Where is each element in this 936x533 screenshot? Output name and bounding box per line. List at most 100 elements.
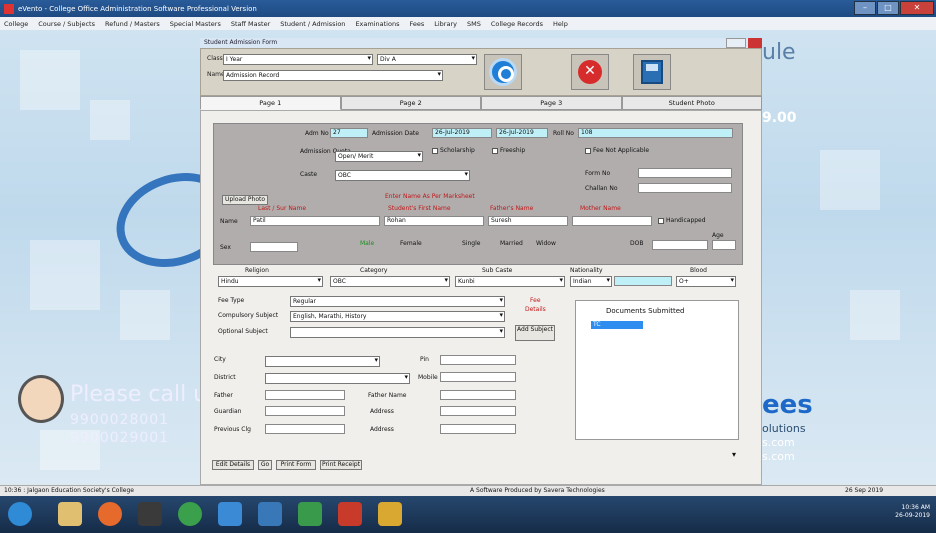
compulsory-select[interactable]: English, Marathi, History bbox=[290, 311, 505, 322]
sex-field[interactable] bbox=[250, 242, 298, 252]
print-receipt-button[interactable]: Print Receipt bbox=[320, 460, 362, 470]
blood-select[interactable]: O+ bbox=[676, 276, 736, 287]
menu-item[interactable]: Fees bbox=[409, 20, 424, 28]
add-subject-button[interactable]: Add Subject bbox=[515, 325, 555, 341]
folder-icon[interactable] bbox=[58, 502, 82, 526]
city-select[interactable] bbox=[265, 356, 380, 367]
menu-item[interactable]: SMS bbox=[467, 20, 481, 28]
save-button[interactable] bbox=[633, 54, 671, 90]
subcaste-label: Sub Caste bbox=[482, 267, 513, 274]
class-select[interactable]: I Year bbox=[223, 54, 373, 65]
category-label: Category bbox=[360, 267, 388, 274]
feena-checkbox[interactable] bbox=[585, 148, 591, 154]
pdf-icon[interactable] bbox=[338, 502, 362, 526]
religion-select[interactable]: Hindu bbox=[218, 276, 323, 287]
formno-field[interactable] bbox=[638, 168, 732, 178]
city-label: City bbox=[214, 356, 226, 363]
go-button[interactable]: Go bbox=[258, 460, 272, 470]
menu-item[interactable]: College bbox=[4, 20, 28, 28]
search-button[interactable] bbox=[484, 54, 522, 90]
evento-icon[interactable] bbox=[378, 502, 402, 526]
menu-item[interactable]: Staff Master bbox=[231, 20, 270, 28]
surname-field[interactable]: Patil bbox=[250, 216, 380, 226]
radio-widow[interactable]: Widow bbox=[536, 240, 556, 247]
district-label: District bbox=[214, 374, 236, 381]
fathername-field[interactable] bbox=[440, 390, 516, 400]
address-field[interactable] bbox=[440, 406, 516, 416]
optional-select[interactable] bbox=[290, 327, 505, 338]
admno-field[interactable]: 27 bbox=[330, 128, 368, 138]
upload-photo-button[interactable]: Upload Photo bbox=[222, 195, 268, 205]
edit-details-button[interactable]: Edit Details bbox=[212, 460, 254, 470]
app-icon-2[interactable] bbox=[258, 502, 282, 526]
menu-item[interactable]: Examinations bbox=[355, 20, 399, 28]
form-close-button[interactable] bbox=[748, 38, 762, 48]
firstname-field[interactable]: Rohan bbox=[384, 216, 484, 226]
phone-1: 9900028001 bbox=[70, 412, 170, 428]
nationality-select[interactable]: Indian bbox=[570, 276, 612, 287]
mobile-field[interactable] bbox=[440, 372, 516, 382]
menu-item[interactable]: Library bbox=[434, 20, 457, 28]
documents-list[interactable]: Documents Submitted TC bbox=[575, 300, 739, 440]
category-select[interactable]: OBC bbox=[330, 276, 450, 287]
clock[interactable]: 10:36 AM 26-09-2019 bbox=[895, 504, 930, 520]
excel-icon[interactable] bbox=[298, 502, 322, 526]
form-minimize-button[interactable] bbox=[726, 38, 746, 48]
menu-item[interactable]: Refund / Masters bbox=[105, 20, 160, 28]
menu-item[interactable]: College Records bbox=[491, 20, 543, 28]
panel-scroll-caret[interactable]: ▾ bbox=[732, 450, 736, 459]
tab-page2[interactable]: Page 2 bbox=[340, 96, 481, 110]
feetype-select[interactable]: Regular bbox=[290, 296, 505, 307]
previous-clg-field[interactable] bbox=[265, 424, 345, 434]
scholarship-checkbox[interactable] bbox=[432, 148, 438, 154]
firefox-icon[interactable] bbox=[98, 502, 122, 526]
father-field[interactable] bbox=[265, 390, 345, 400]
address2-field[interactable] bbox=[440, 424, 516, 434]
tab-page1[interactable]: Page 1 bbox=[200, 96, 341, 110]
student-select[interactable]: Admission Record bbox=[223, 70, 443, 81]
handicapped-checkbox[interactable] bbox=[658, 218, 664, 224]
division-select[interactable]: Div A bbox=[377, 54, 477, 65]
pin-field[interactable] bbox=[440, 355, 516, 365]
tab-page3[interactable]: Page 3 bbox=[481, 96, 622, 110]
menu-item[interactable]: Special Masters bbox=[170, 20, 221, 28]
rollno-field[interactable]: 108 bbox=[578, 128, 733, 138]
menu-item[interactable]: Course / Subjects bbox=[38, 20, 95, 28]
minimize-button[interactable]: – bbox=[854, 1, 876, 15]
challan-field[interactable] bbox=[638, 183, 732, 193]
middlename-field[interactable]: Suresh bbox=[488, 216, 568, 226]
radio-female[interactable]: Female bbox=[400, 240, 422, 247]
tab-photo[interactable]: Student Photo bbox=[621, 96, 762, 110]
firstname-header: Student's First Name bbox=[388, 205, 451, 212]
document-item[interactable]: TC bbox=[591, 321, 643, 329]
menu-item[interactable]: Student / Admission bbox=[280, 20, 345, 28]
age-field[interactable] bbox=[712, 240, 736, 250]
menu-item[interactable]: Help bbox=[553, 20, 568, 28]
district-select[interactable] bbox=[265, 373, 410, 384]
dob-field[interactable] bbox=[652, 240, 708, 250]
search-icon bbox=[489, 58, 517, 86]
formno-label: Form No bbox=[585, 170, 611, 177]
radio-married[interactable]: Married bbox=[500, 240, 523, 247]
sex-label: Sex bbox=[220, 244, 231, 251]
quota-select[interactable]: Open/ Merit bbox=[335, 151, 423, 162]
subcaste-select[interactable]: Kunbi bbox=[455, 276, 565, 287]
radio-single[interactable]: Single bbox=[462, 240, 480, 247]
media-icon[interactable] bbox=[138, 502, 162, 526]
maximize-button[interactable]: □ bbox=[877, 1, 899, 15]
start-icon[interactable] bbox=[8, 502, 32, 526]
guardian-field[interactable] bbox=[265, 406, 345, 416]
close-button[interactable]: ✕ bbox=[900, 1, 934, 15]
print-form-button[interactable]: Print Form bbox=[276, 460, 316, 470]
freeship-checkbox[interactable] bbox=[492, 148, 498, 154]
nationality-field[interactable] bbox=[614, 276, 672, 286]
date2-field[interactable]: 26-Jul-2019 bbox=[496, 128, 548, 138]
ie-icon[interactable] bbox=[218, 502, 242, 526]
cancel-button[interactable]: ✕ bbox=[571, 54, 609, 90]
admdate-field[interactable]: 26-Jul-2019 bbox=[432, 128, 492, 138]
radio-male[interactable]: Male bbox=[360, 240, 374, 247]
chrome-icon[interactable] bbox=[178, 502, 202, 526]
compulsory-label: Compulsory Subject bbox=[218, 312, 279, 319]
mothername-field[interactable] bbox=[572, 216, 652, 226]
caste-select[interactable]: OBC bbox=[335, 170, 470, 181]
